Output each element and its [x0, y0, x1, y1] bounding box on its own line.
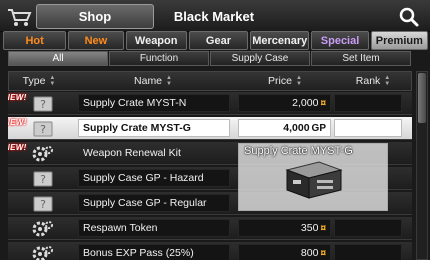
column-price[interactable]: Price ▲ ▼	[237, 72, 333, 90]
tab-new[interactable]: New	[68, 31, 124, 50]
scrollbar[interactable]	[416, 71, 428, 260]
subtab-supply-case[interactable]: Supply Case	[210, 51, 310, 66]
item-price-value: 4,000	[283, 122, 310, 134]
svg-text:?: ?	[40, 123, 46, 136]
sort-icon: ▲ ▼	[384, 75, 391, 87]
subtabs: All Function Supply Case Set Item	[8, 51, 412, 67]
item-name: Supply Case GP - Regular	[78, 194, 230, 212]
sort-icon: ▲ ▼	[295, 75, 302, 87]
svg-text:?: ?	[40, 173, 46, 186]
tab-premium[interactable]: Premium	[370, 31, 428, 50]
new-badge: NEW!	[8, 143, 27, 152]
coin-icon: ¤	[320, 247, 326, 259]
list-item[interactable]: ? NEW! Supply Crate MYST-N 2,000 ¤	[8, 92, 412, 115]
column-price-label: Price	[268, 75, 292, 87]
list-item[interactable]: Respawn Token 350 ¤	[8, 217, 412, 240]
column-type[interactable]: Type ▲ ▼	[9, 72, 69, 90]
crate-image	[279, 156, 349, 202]
tab-gear[interactable]: Gear	[188, 31, 249, 50]
list-item-selected[interactable]: ? NEW! Supply Crate MYST-G 4,000 GP	[8, 117, 412, 140]
gear-icon	[30, 244, 56, 260]
box-icon: ?	[30, 169, 56, 188]
sort-icon: ▲ ▼	[49, 75, 56, 87]
item-name: Weapon Renewal Kit	[83, 147, 181, 159]
category-tabs: Hot New Weapon Gear Mercenary Special Pr…	[3, 31, 428, 51]
column-rank[interactable]: Rank ▲ ▼	[333, 72, 413, 90]
item-rank	[334, 219, 402, 237]
top-bar: Shop Black Market	[0, 0, 430, 32]
box-icon: ?	[30, 94, 56, 113]
sort-icon: ▲ ▼	[166, 75, 172, 87]
item-price-value: 800	[300, 247, 319, 259]
scrollbar-thumb[interactable]	[418, 73, 426, 123]
box-icon: ?	[30, 119, 56, 138]
item-name: Bonus EXP Pass (25%)	[78, 244, 230, 260]
column-name-label: Name	[134, 75, 163, 87]
tab-shop[interactable]: Shop	[36, 4, 154, 29]
tab-special[interactable]: Special	[311, 31, 369, 50]
item-rank	[334, 94, 402, 112]
column-headers: Type ▲ ▼ Name ▲ ▼ Price ▲ ▼ Rank ▲ ▼	[8, 71, 412, 91]
item-price: 800 ¤	[238, 244, 331, 260]
item-rank	[334, 244, 402, 260]
subtab-all[interactable]: All	[8, 51, 108, 66]
column-rank-label: Rank	[355, 75, 381, 87]
item-price-value: 350	[300, 222, 319, 234]
item-price: 350 ¤	[238, 219, 331, 237]
coin-icon: ¤	[320, 222, 326, 234]
item-name: Supply Crate MYST-N	[78, 94, 230, 112]
tab-weapon[interactable]: Weapon	[125, 31, 187, 50]
item-name: Supply Case GP - Hazard	[78, 169, 230, 187]
new-badge: NEW!	[8, 118, 27, 127]
search-icon[interactable]	[398, 6, 420, 28]
column-type-label: Type	[22, 75, 46, 87]
tab-mercenary[interactable]: Mercenary	[250, 31, 310, 50]
item-name: Supply Crate MYST-G	[78, 119, 230, 137]
subtab-function[interactable]: Function	[109, 51, 209, 66]
box-icon: ?	[30, 194, 56, 213]
cart-icon[interactable]	[2, 3, 36, 29]
tab-hot[interactable]: Hot	[3, 31, 67, 50]
item-price-value: 2,000	[292, 97, 319, 109]
item-preview-tooltip: Supply Crate MYST-G	[238, 143, 388, 211]
list-item[interactable]: Bonus EXP Pass (25%) 800 ¤	[8, 242, 412, 260]
coin-icon: ¤	[320, 97, 326, 109]
svg-text:?: ?	[40, 98, 46, 111]
item-price: 2,000 ¤	[238, 94, 331, 112]
new-badge: NEW!	[8, 93, 27, 102]
item-name: Respawn Token	[78, 219, 230, 237]
svg-text:?: ?	[40, 198, 46, 211]
column-name[interactable]: Name ▲ ▼	[69, 72, 237, 90]
tab-black-market[interactable]: Black Market	[156, 4, 272, 29]
gear-icon	[30, 144, 56, 163]
item-rank	[334, 119, 402, 137]
gp-currency: GP	[311, 122, 326, 134]
gear-icon	[30, 219, 56, 238]
subtab-set-item[interactable]: Set Item	[311, 51, 411, 66]
item-price: 4,000 GP	[238, 119, 331, 137]
